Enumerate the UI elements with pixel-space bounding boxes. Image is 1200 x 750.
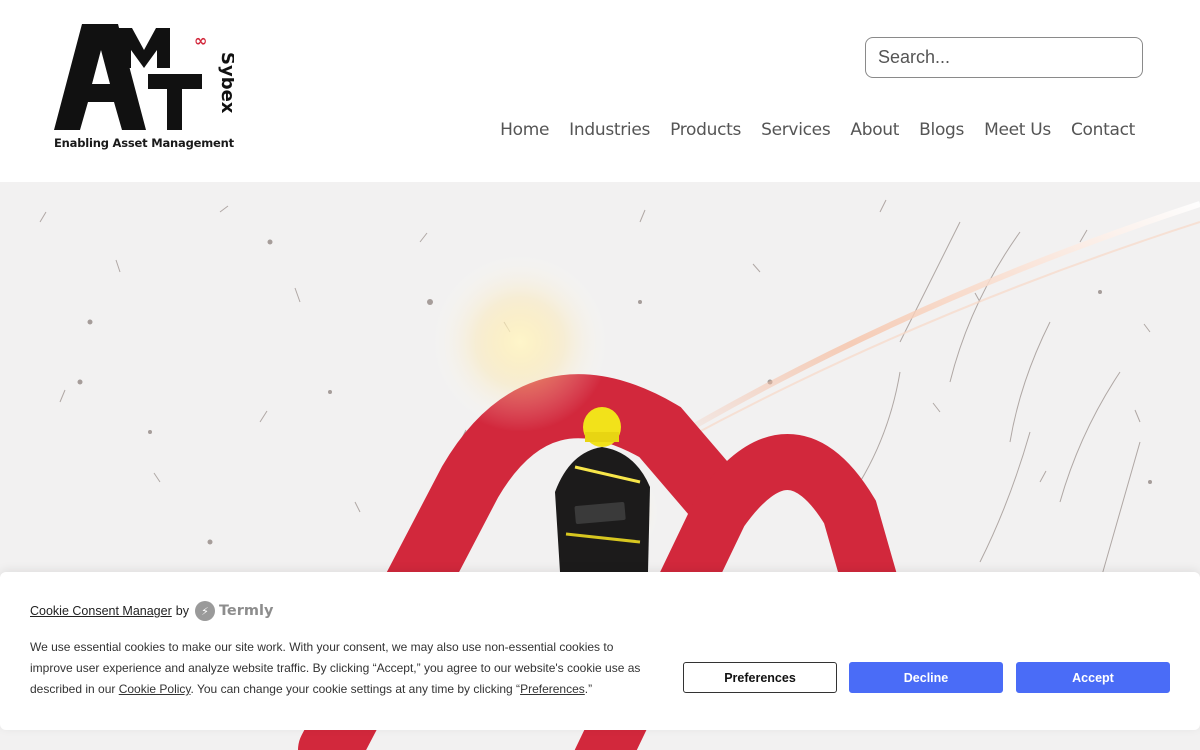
nav-products[interactable]: Products: [670, 120, 741, 140]
nav-industries[interactable]: Industries: [569, 120, 650, 140]
accept-button[interactable]: Accept: [1016, 662, 1170, 693]
termly-label: Termly: [218, 603, 274, 619]
logo-mark: ∞ Sybex: [54, 24, 238, 130]
nav-contact[interactable]: Contact: [1071, 120, 1135, 140]
termly-logo[interactable]: ⚡ Termly: [194, 601, 274, 621]
search-input[interactable]: [876, 46, 1132, 69]
cookie-text-2: . You can change your cookie settings at…: [190, 682, 521, 696]
nav-home[interactable]: Home: [500, 120, 549, 140]
by-label: by: [175, 604, 189, 618]
logo-tagline: Enabling Asset Management: [54, 136, 234, 150]
nav-blogs[interactable]: Blogs: [919, 120, 964, 140]
decline-button[interactable]: Decline: [849, 662, 1003, 693]
cookie-banner-header: Cookie Consent Manager by ⚡ Termly: [30, 601, 273, 621]
preferences-button[interactable]: Preferences: [683, 662, 837, 693]
cookie-description: We use essential cookies to make our sit…: [30, 637, 650, 700]
cookie-consent-banner: Cookie Consent Manager by ⚡ Termly We us…: [0, 572, 1200, 730]
cookie-text-3: .”: [584, 682, 593, 696]
nav-services[interactable]: Services: [761, 120, 831, 140]
preferences-link[interactable]: Preferences: [520, 682, 585, 696]
termly-icon: ⚡: [194, 601, 215, 621]
cookie-consent-manager-link[interactable]: Cookie Consent Manager: [30, 604, 172, 618]
logo-swirl-icon: ∞: [194, 31, 207, 50]
nav-about[interactable]: About: [850, 120, 899, 140]
amt-sybex-logo[interactable]: ∞ Sybex Enabling Asset Management: [54, 24, 238, 156]
main-nav: Home Industries Products Services About …: [500, 120, 1135, 140]
cookie-policy-link[interactable]: Cookie Policy: [119, 682, 191, 696]
nav-meet-us[interactable]: Meet Us: [984, 120, 1051, 140]
search-box[interactable]: [865, 37, 1143, 78]
site-header: ∞ Sybex Enabling Asset Management Home I…: [0, 0, 1200, 182]
logo-brand-text: Sybex: [217, 52, 234, 114]
